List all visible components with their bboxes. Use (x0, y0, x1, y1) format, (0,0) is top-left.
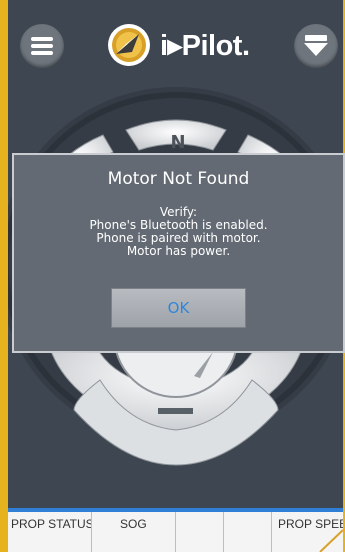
dialog-message: Verify: Phone's Bluetooth is enabled. Ph… (14, 206, 343, 258)
ok-button[interactable]: OK (111, 288, 246, 328)
motor-not-found-dialog: Motor Not Found Verify: Phone's Bluetoot… (12, 153, 345, 353)
dialog-title: Motor Not Found (107, 169, 250, 189)
dialog-message-line: Motor has power. (126, 244, 231, 258)
modal-overlay: Motor Not Found Verify: Phone's Bluetoot… (0, 0, 345, 552)
